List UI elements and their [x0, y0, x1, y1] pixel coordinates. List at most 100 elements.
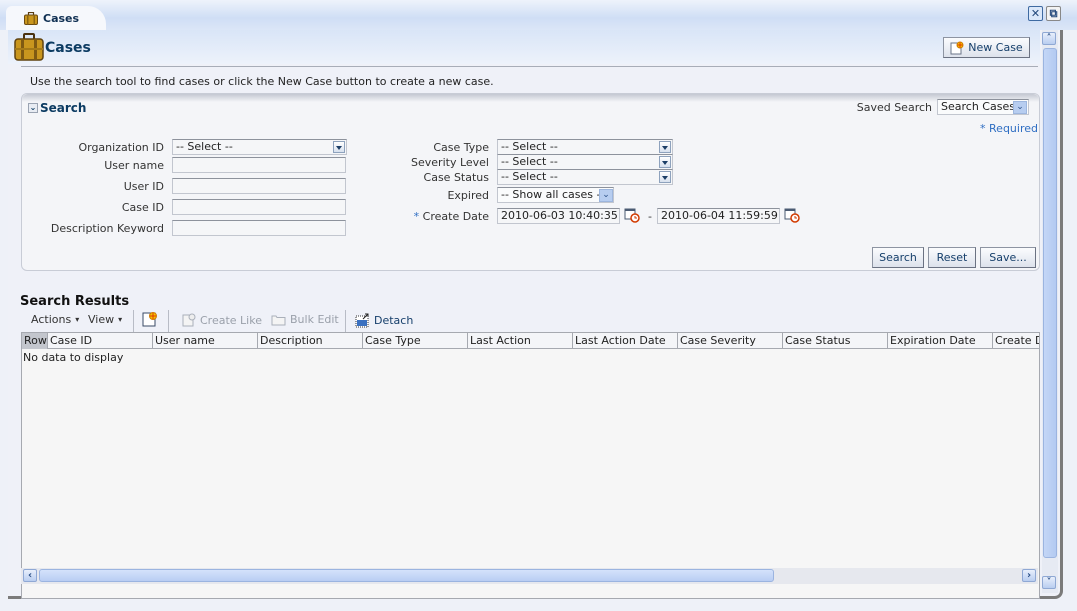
create-like-button[interactable]: Create Like — [182, 313, 262, 327]
case-status-label: Case Status — [423, 171, 489, 184]
folder-icon — [271, 315, 286, 325]
dropdown-arrow-icon — [659, 141, 671, 153]
case-id-input[interactable] — [172, 199, 346, 215]
vertical-scrollbar[interactable]: ˄ ˅ — [1042, 30, 1058, 593]
case-status-select[interactable]: -- Select -- — [497, 169, 673, 185]
save-search-button[interactable]: Save... — [980, 247, 1036, 268]
detach-icon — [355, 313, 369, 328]
column-header-last-action-date[interactable]: Last Action Date — [573, 333, 678, 349]
user-name-label: User name — [104, 159, 164, 172]
header-divider — [21, 66, 1038, 67]
new-item-icon — [142, 312, 157, 327]
chevron-down-icon: ⌄ — [599, 189, 613, 202]
scroll-left-icon[interactable]: ‹ — [23, 569, 37, 582]
expired-select[interactable]: -- Show all cases -- ⌄ — [497, 187, 614, 203]
dropdown-arrow-icon — [659, 171, 671, 183]
tab-cases[interactable]: Cases — [6, 6, 106, 30]
actions-menu[interactable]: Actions ▾ — [31, 313, 79, 326]
create-date-label: * Create Date — [382, 210, 489, 223]
user-name-input[interactable] — [172, 157, 346, 173]
table-header: Row Case ID User name Description Case T… — [22, 333, 1039, 349]
new-case-label: New Case — [968, 41, 1023, 54]
search-panel: ⌄ Search Saved Search Search Cases ⌄ * R… — [21, 93, 1040, 271]
actions-label: Actions — [31, 313, 72, 326]
view-label: View — [88, 313, 115, 326]
calendar-icon[interactable] — [624, 207, 640, 223]
saved-search-label: Saved Search — [856, 101, 932, 114]
column-header-case-type[interactable]: Case Type — [363, 333, 468, 349]
top-tab-bar: Cases ✕ ⧉ — [0, 0, 1077, 30]
scroll-right-icon[interactable]: › — [1022, 569, 1036, 582]
intro-text: Use the search tool to find cases or cli… — [30, 75, 494, 88]
saved-search-value: Search Cases — [941, 100, 1015, 113]
column-header-row[interactable]: Row — [22, 333, 48, 349]
organization-id-value: -- Select -- — [176, 140, 233, 153]
required-mark: * — [413, 210, 420, 223]
saved-search-select[interactable]: Search Cases ⌄ — [937, 99, 1029, 115]
search-section-toggle[interactable]: ⌄ Search — [28, 101, 86, 115]
horizontal-scroll-thumb[interactable] — [39, 569, 774, 582]
case-type-select[interactable]: -- Select -- — [497, 139, 673, 155]
create-date-from-input[interactable]: 2010-06-03 10:40:35 AM — [497, 208, 620, 224]
severity-level-label: Severity Level — [411, 156, 489, 169]
description-keyword-label: Description Keyword — [50, 222, 164, 235]
severity-level-select[interactable]: -- Select -- — [497, 154, 673, 170]
dropdown-arrow-icon — [659, 156, 671, 168]
horizontal-scrollbar[interactable]: ‹ › — [21, 568, 1038, 584]
create-like-icon — [182, 313, 196, 327]
reset-button[interactable]: Reset — [928, 247, 976, 268]
column-header-case-id[interactable]: Case ID — [48, 333, 153, 349]
tab-label: Cases — [43, 11, 80, 25]
scroll-down-icon[interactable]: ˅ — [1042, 576, 1056, 589]
column-header-description[interactable]: Description — [258, 333, 363, 349]
column-header-last-action[interactable]: Last Action — [468, 333, 573, 349]
create-button[interactable] — [142, 311, 158, 327]
chevron-down-icon: ⌄ — [28, 103, 38, 113]
column-header-case-status[interactable]: Case Status — [783, 333, 888, 349]
create-like-label: Create Like — [200, 313, 262, 327]
user-id-input[interactable] — [172, 178, 346, 194]
calendar-icon[interactable] — [784, 207, 800, 223]
column-header-case-severity[interactable]: Case Severity — [678, 333, 783, 349]
view-menu[interactable]: View ▾ — [88, 313, 122, 326]
results-table: Row Case ID User name Description Case T… — [21, 332, 1040, 599]
toolbar-separator — [133, 310, 134, 332]
user-id-label: User ID — [123, 180, 164, 193]
chevron-down-icon: ⌄ — [1013, 101, 1027, 114]
page-title: Cases — [45, 40, 91, 56]
bulk-edit-button[interactable]: Bulk Edit — [271, 313, 339, 326]
header-band — [8, 30, 1040, 64]
column-header-create-date[interactable]: Create Date — [993, 333, 1039, 349]
organization-id-label: Organization ID — [78, 141, 164, 154]
severity-level-value: -- Select -- — [501, 155, 558, 168]
column-header-user-name[interactable]: User name — [153, 333, 258, 349]
caret-down-icon: ▾ — [118, 315, 123, 324]
new-case-button[interactable]: New Case — [943, 37, 1030, 58]
empty-message: No data to display — [23, 351, 124, 364]
close-icon[interactable]: ✕ — [1028, 6, 1043, 21]
briefcase-icon — [14, 33, 44, 61]
search-title: Search — [40, 101, 87, 115]
scroll-up-icon[interactable]: ˄ — [1042, 32, 1056, 45]
detach-label: Detach — [374, 314, 414, 327]
restore-window-icon[interactable]: ⧉ — [1046, 6, 1061, 21]
expired-value: -- Show all cases -- — [501, 188, 605, 201]
description-keyword-input[interactable] — [172, 220, 346, 236]
expired-label: Expired — [447, 189, 489, 202]
caret-down-icon: ▾ — [75, 315, 80, 324]
bulk-edit-label: Bulk Edit — [290, 313, 339, 326]
new-item-icon — [950, 41, 964, 54]
organization-id-select[interactable]: -- Select -- — [172, 139, 347, 155]
dropdown-arrow-icon — [333, 141, 345, 153]
detach-button[interactable]: Detach — [355, 313, 413, 328]
create-date-label-text: Create Date — [422, 210, 489, 223]
toolbar-separator — [168, 310, 169, 332]
create-date-to-input[interactable]: 2010-06-04 11:59:59 PM — [657, 208, 780, 224]
column-header-expiration-date[interactable]: Expiration Date — [888, 333, 993, 349]
case-status-value: -- Select -- — [501, 170, 558, 183]
cases-panel: Cases New Case Use the search tool to fi… — [8, 30, 1063, 599]
search-button[interactable]: Search — [872, 247, 924, 268]
case-id-label: Case ID — [121, 201, 164, 214]
search-results-title: Search Results — [20, 294, 130, 309]
vertical-scroll-thumb[interactable] — [1043, 48, 1057, 558]
